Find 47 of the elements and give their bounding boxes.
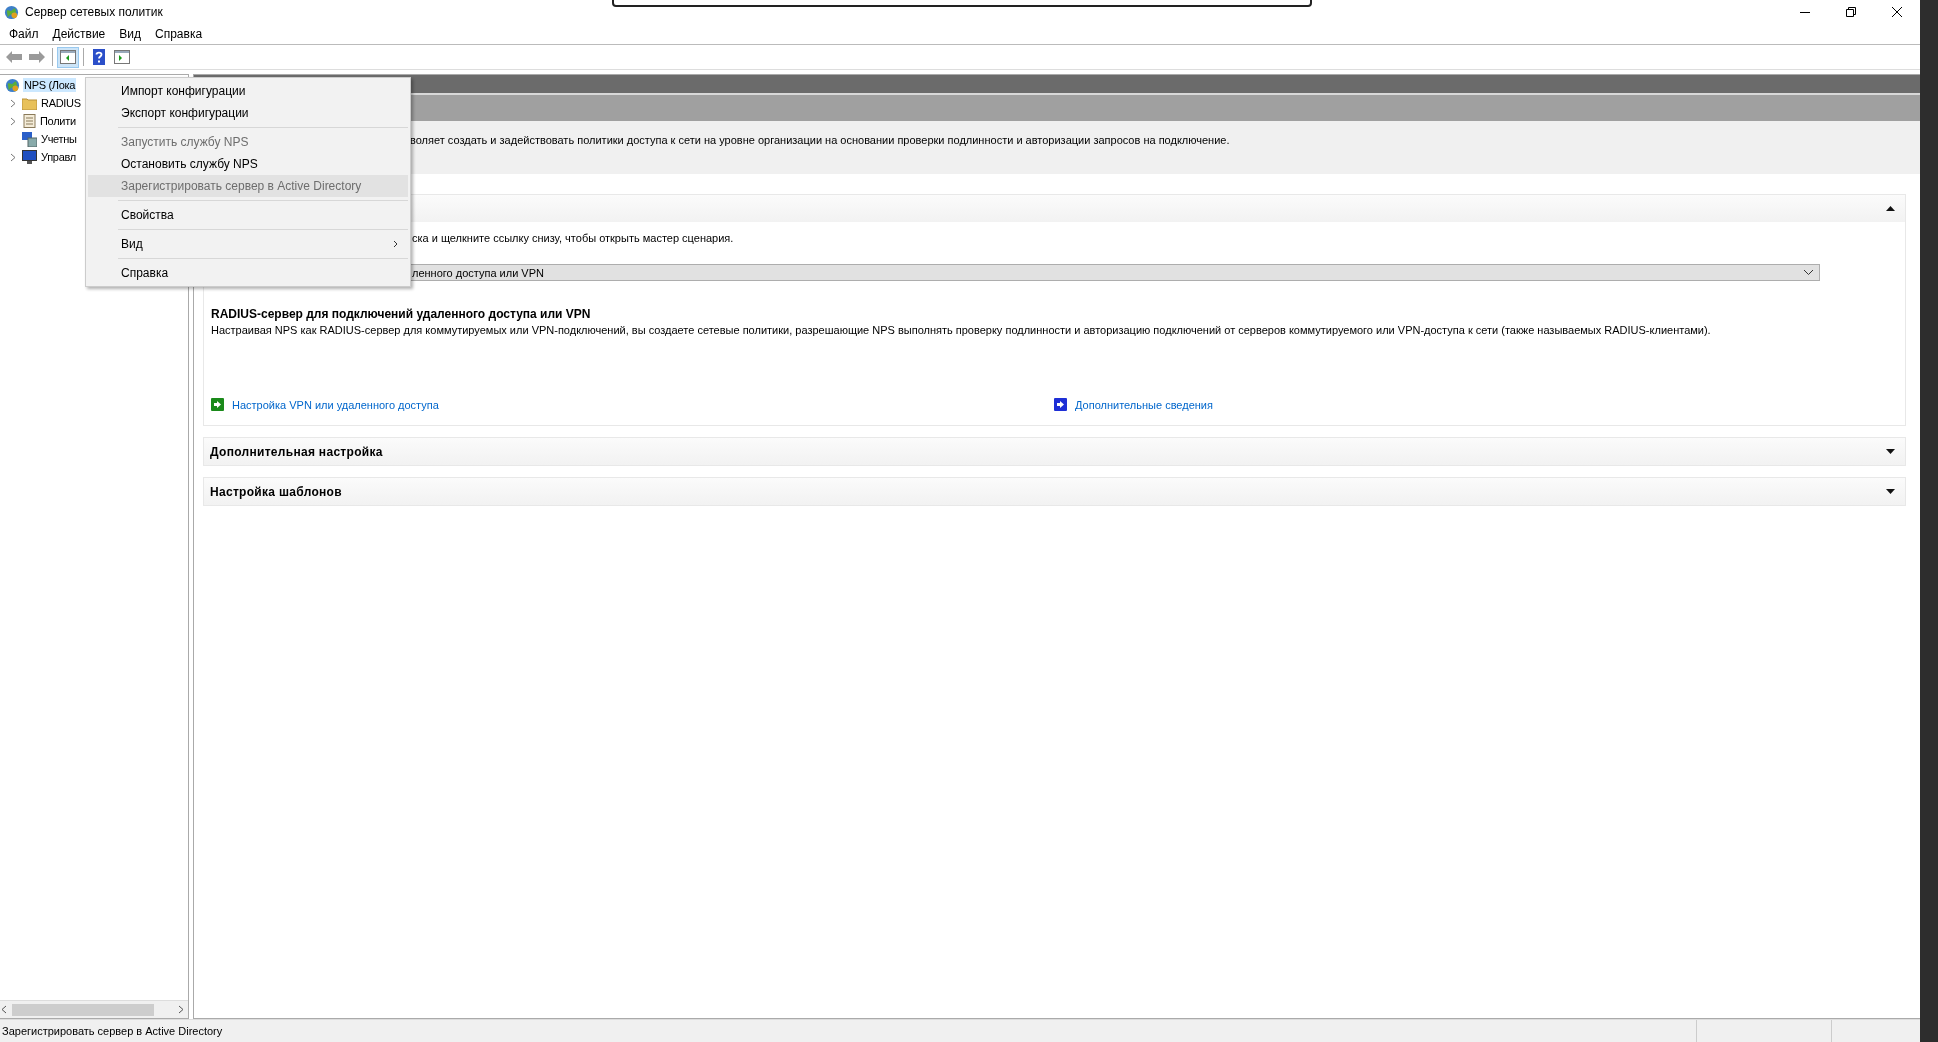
section-title: Дополнительная настройка	[210, 444, 383, 459]
toolbar-button[interactable]	[57, 46, 79, 68]
instruction-text: ска и щелкните ссылку снизу, чтобы открыть мастер сценария.	[411, 232, 735, 244]
collapse-icon[interactable]	[1886, 206, 1895, 211]
action-pane-icon	[114, 50, 130, 64]
menu-item[interactable]: Справка	[148, 24, 210, 44]
section-header[interactable]: Дополнительная настройка	[204, 438, 1905, 465]
expand-icon[interactable]	[1886, 449, 1895, 454]
globe-icon	[5, 77, 20, 93]
context-menu-item[interactable]: Импорт конфигурации	[88, 80, 408, 102]
context-menu-item[interactable]: Остановить службу NPS	[88, 153, 408, 175]
section-title: Настройка шаблонов	[210, 484, 342, 499]
tree-item[interactable]: Полити	[39, 114, 77, 128]
menu-item[interactable]: Файл	[2, 24, 46, 44]
tree-item[interactable]: Учетны	[40, 132, 78, 146]
section-header[interactable]: Настройка шаблонов	[204, 478, 1905, 505]
horizontal-scrollbar[interactable]	[0, 1000, 188, 1018]
document-icon	[22, 113, 36, 129]
menu-item[interactable]: Действие	[45, 24, 113, 44]
minimize-icon	[1800, 11, 1810, 13]
scenario-heading: RADIUS-сервер для подключений удаленного доступа или VPN	[211, 307, 592, 321]
folder-icon	[22, 96, 37, 110]
tree-item[interactable]: NPS (Лока	[23, 78, 77, 92]
monitor-icon	[22, 149, 37, 165]
close-icon	[1892, 7, 1902, 17]
forward-arrow-icon	[29, 51, 45, 63]
expand-icon[interactable]	[1886, 489, 1895, 494]
wizard-link[interactable]: Дополнительные сведения	[1075, 398, 1213, 411]
menu-item[interactable]: Вид	[112, 24, 148, 44]
scroll-right-icon[interactable]	[177, 1005, 185, 1014]
globe-icon	[4, 4, 19, 20]
context-menu-item[interactable]: Свойства	[88, 204, 408, 226]
scroll-left-icon[interactable]	[0, 1005, 8, 1014]
caret-icon	[1804, 270, 1813, 275]
wizard-link[interactable]: Настройка VPN или удаленного доступа	[232, 398, 439, 411]
window-title: Сервер сетевых политик	[25, 5, 163, 19]
status-text: Зарегистрировать сервер в Active Directory	[1, 1025, 224, 1037]
restore-icon	[1846, 7, 1856, 17]
help-icon	[93, 49, 105, 65]
context-menu-item[interactable]: Вид	[88, 233, 408, 255]
back-arrow-icon	[6, 51, 22, 63]
computers-icon	[22, 131, 37, 147]
console-tree-icon	[60, 50, 76, 64]
tree-item[interactable]: Управл	[40, 150, 77, 164]
scenario-description: Настраивая NPS как RADIUS-сервер для коммутируемых или VPN-подключений, вы создаете сетевые политики, разрешающие NPS выполнять проверку подлинности и авторизацию подключений от серверов коммутируемого или VPN-доступа к сети (также называемых RADIUS-клиентами).	[211, 324, 1712, 336]
tree-item[interactable]: RADIUS	[40, 96, 82, 110]
context-menu-item[interactable]: Экспорт конфигурации	[88, 102, 408, 124]
